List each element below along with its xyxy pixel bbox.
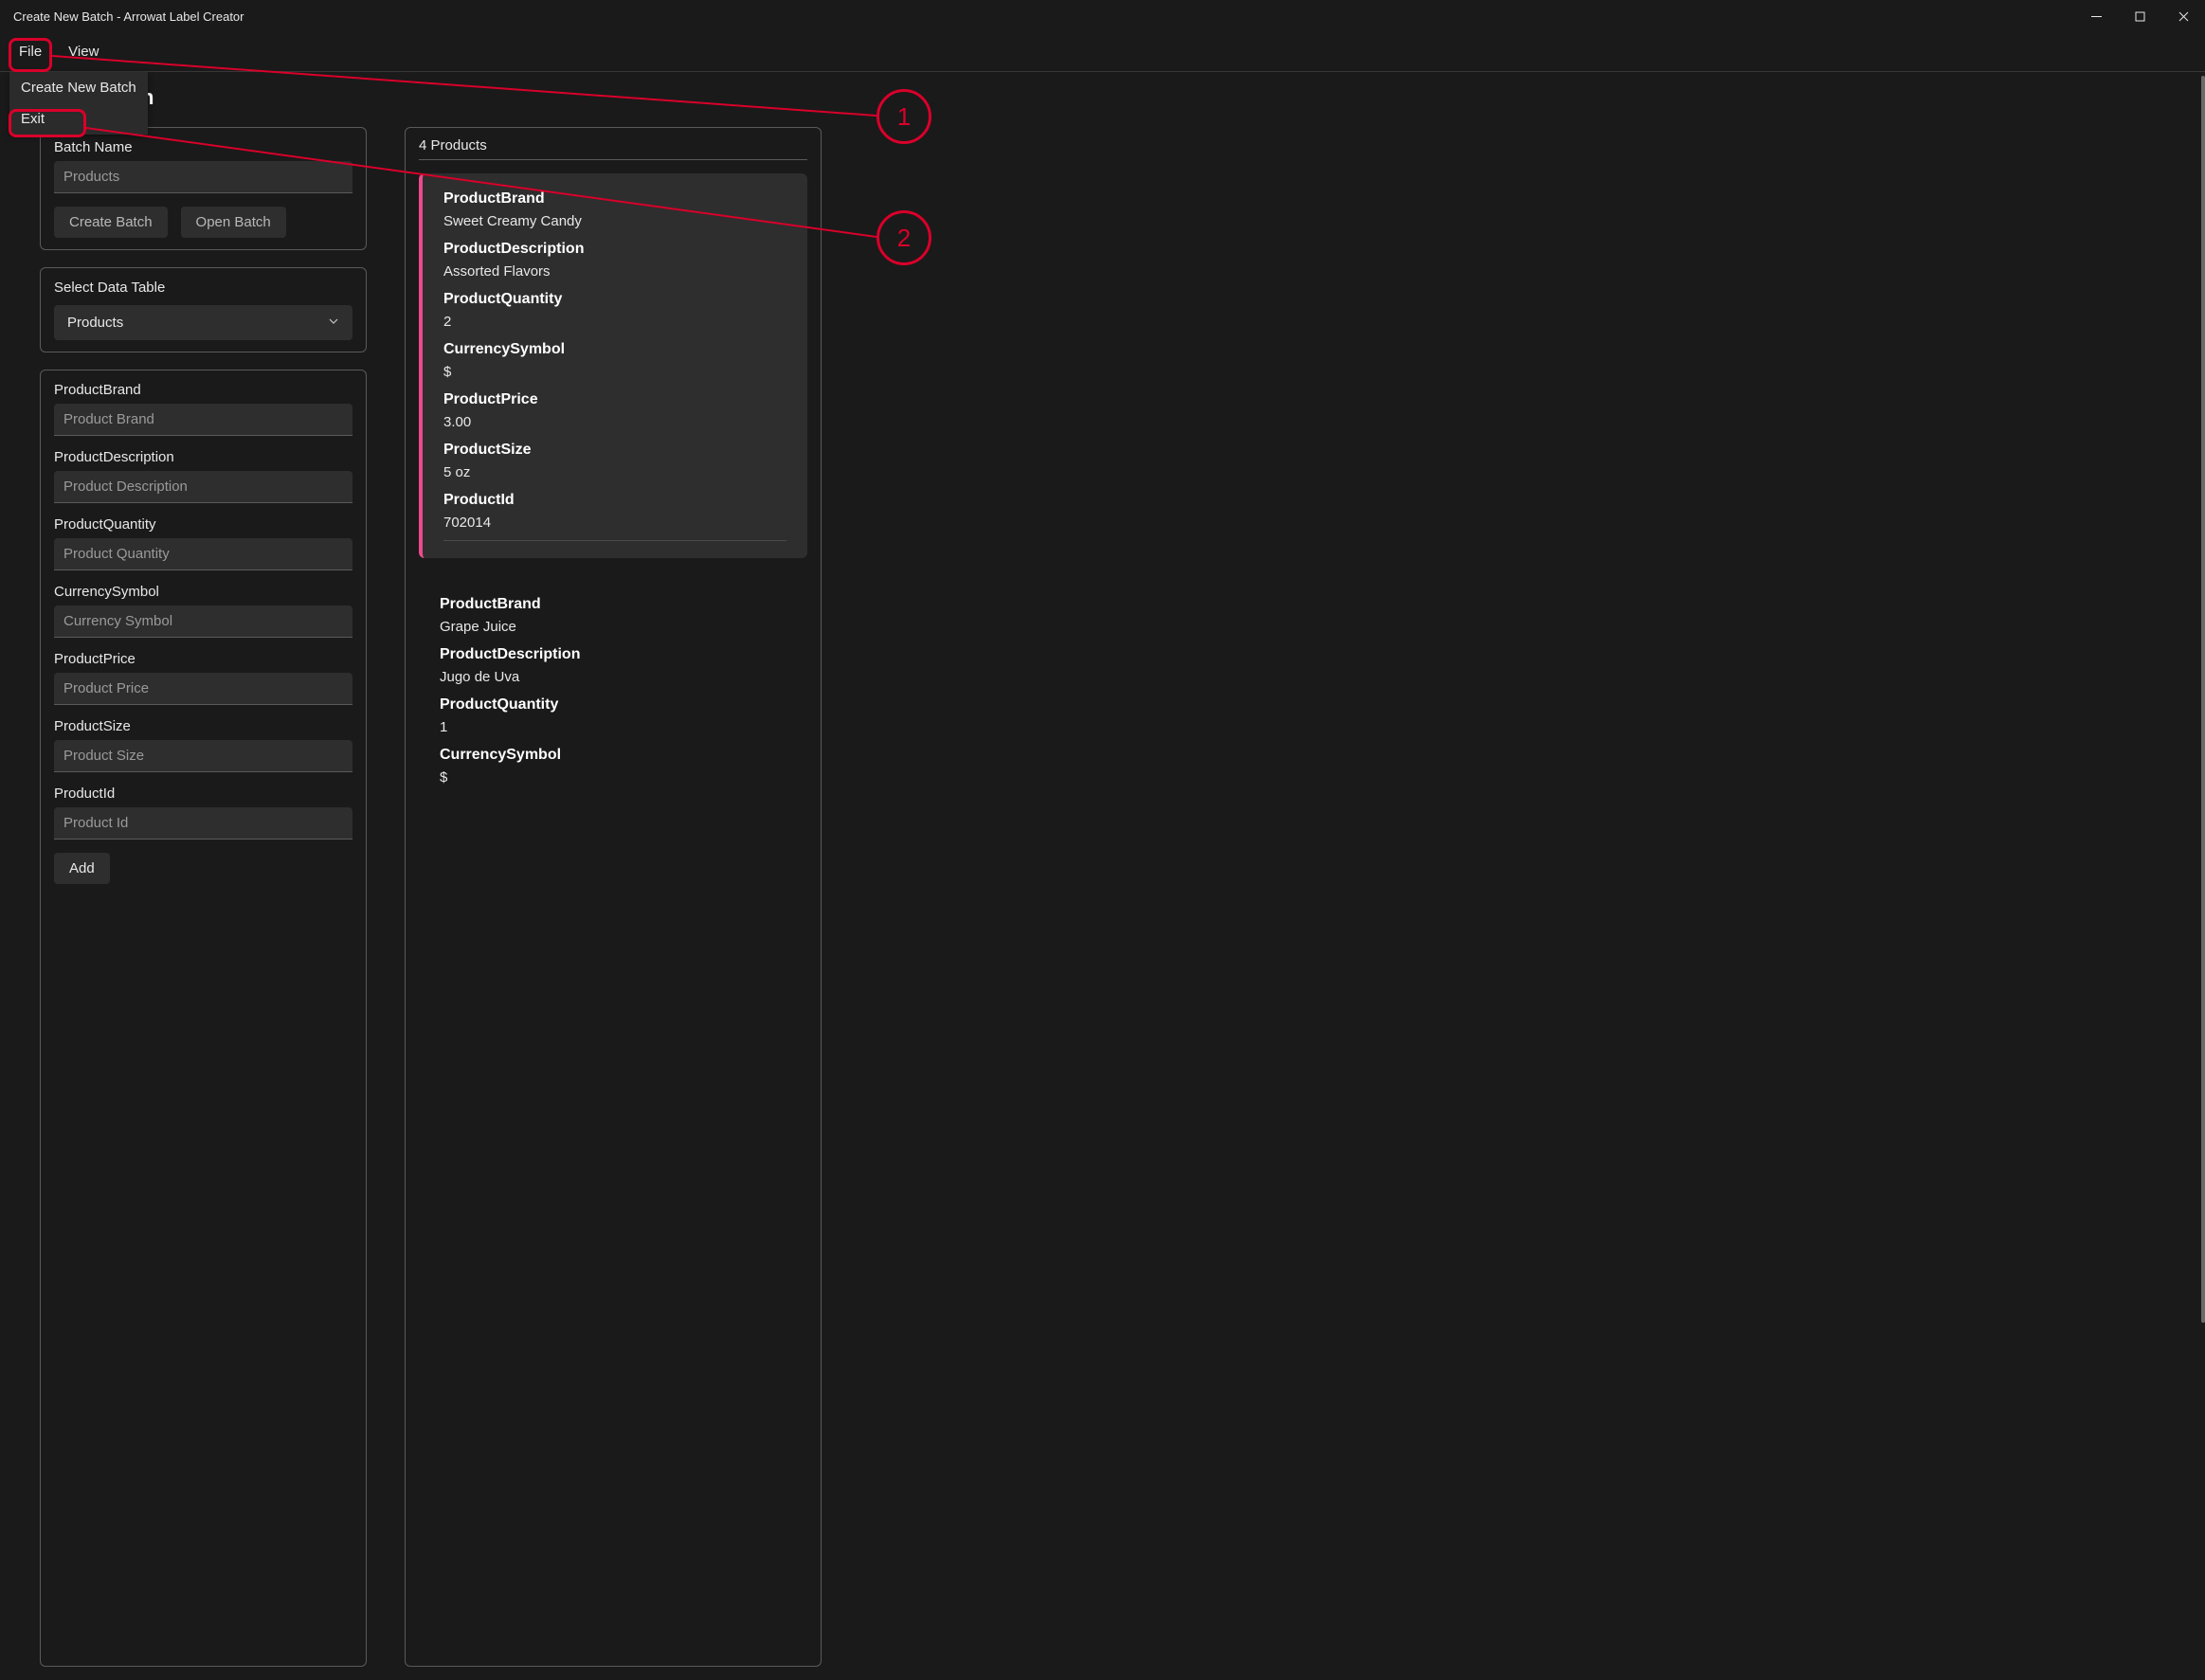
form-input-productdescription[interactable] (54, 471, 352, 503)
menu-item-create-new-batch[interactable]: Create New Batch (9, 72, 148, 103)
form-label-productsize: ProductSize (54, 718, 352, 734)
window-controls (2074, 0, 2205, 32)
form-label-currencysymbol: CurrencySymbol (54, 584, 352, 600)
products-panel: 4 Products ProductBrand Sweet Creamy Cand… (405, 127, 822, 1667)
menu-item-exit[interactable]: Exit (9, 103, 148, 135)
scrollbar[interactable] (2201, 76, 2205, 1674)
form-input-productbrand[interactable] (54, 404, 352, 436)
product-field-value: 1 (440, 719, 786, 735)
form-label-productbrand: ProductBrand (54, 382, 352, 398)
create-batch-button[interactable]: Create Batch (54, 207, 168, 238)
products-header: 4 Products (419, 137, 807, 160)
add-button[interactable]: Add (54, 853, 110, 884)
form-label-productquantity: ProductQuantity (54, 516, 352, 533)
minimize-button[interactable] (2074, 0, 2118, 32)
product-field-key: ProductPrice (443, 391, 786, 408)
product-field-key: ProductQuantity (440, 696, 786, 714)
page-title: New Batch (47, 85, 2165, 110)
scrollbar-thumb[interactable] (2201, 76, 2205, 1323)
product-field-value: Sweet Creamy Candy (443, 213, 786, 229)
form-label-productprice: ProductPrice (54, 651, 352, 667)
maximize-button[interactable] (2118, 0, 2161, 32)
batch-name-input[interactable] (54, 161, 352, 193)
product-field-value: 5 oz (443, 464, 786, 480)
product-field-key: CurrencySymbol (440, 747, 786, 764)
form-input-productsize[interactable] (54, 740, 352, 772)
chevron-down-icon (328, 315, 339, 331)
product-field-value: Jugo de Uva (440, 669, 786, 685)
product-card[interactable]: ProductBrand Grape Juice ProductDescriptio… (419, 579, 807, 803)
data-table-selected: Products (67, 315, 123, 331)
annotation-circle-1: 1 (877, 89, 931, 144)
product-field-key: ProductBrand (443, 190, 786, 208)
product-field-key: ProductId (443, 492, 786, 509)
form-input-productprice[interactable] (54, 673, 352, 705)
menu-view[interactable]: View (55, 36, 112, 67)
close-button[interactable] (2161, 0, 2205, 32)
data-table-select[interactable]: Products (54, 305, 352, 340)
select-table-label: Select Data Table (54, 280, 352, 296)
product-field-key: ProductBrand (440, 596, 786, 613)
product-field-value: 3.00 (443, 414, 786, 430)
form-input-currencysymbol[interactable] (54, 605, 352, 638)
product-form-panel: ProductBrand ProductDescription ProductQua… (40, 370, 367, 1667)
titlebar: Create New Batch - Arrowat Label Creator (0, 0, 2205, 32)
select-table-panel: Select Data Table Products (40, 267, 367, 352)
open-batch-button[interactable]: Open Batch (181, 207, 286, 238)
product-field-key: ProductDescription (443, 241, 786, 258)
product-field-value: $ (440, 769, 786, 786)
menu-file[interactable]: File (6, 36, 55, 67)
file-menu-dropdown: Create New Batch Exit (9, 72, 148, 135)
annotation-circle-2: 2 (877, 210, 931, 265)
product-card[interactable]: ProductBrand Sweet Creamy Candy ProductDes… (419, 173, 807, 558)
product-field-value: Assorted Flavors (443, 263, 786, 280)
batch-name-label: Batch Name (54, 139, 352, 155)
menubar: File View (0, 32, 2205, 72)
product-field-value: Grape Juice (440, 619, 786, 635)
product-field-key: ProductSize (443, 442, 786, 459)
product-field-value: 702014 (443, 515, 786, 531)
window-title: Create New Batch - Arrowat Label Creator (13, 9, 244, 24)
form-label-productdescription: ProductDescription (54, 449, 352, 465)
product-field-value: 2 (443, 314, 786, 330)
form-input-productquantity[interactable] (54, 538, 352, 570)
product-field-value: $ (443, 364, 786, 380)
form-label-productid: ProductId (54, 786, 352, 802)
product-field-key: ProductQuantity (443, 291, 786, 308)
form-input-productid[interactable] (54, 807, 352, 840)
product-field-key: ProductDescription (440, 646, 786, 663)
batch-name-panel: Batch Name Create Batch Open Batch (40, 127, 367, 250)
product-field-key: CurrencySymbol (443, 341, 786, 358)
